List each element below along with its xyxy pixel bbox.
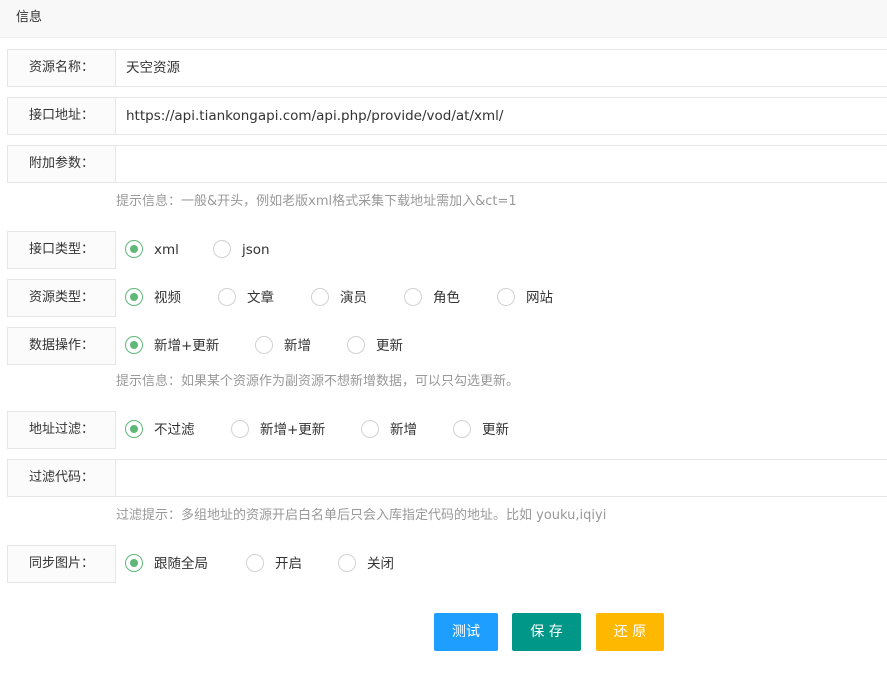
radio-unchecked-icon: [361, 420, 379, 438]
radio-unchecked-icon: [453, 420, 471, 438]
panel-header: 信息: [0, 0, 887, 38]
radio-unchecked-icon: [404, 288, 422, 306]
radio-label: 跟随全局: [154, 556, 208, 572]
label-addr-filter: 地址过滤：: [7, 411, 116, 449]
radio-unchecked-icon: [497, 288, 515, 306]
name-input[interactable]: 天空资源: [115, 49, 887, 87]
radio-unchecked-icon: [311, 288, 329, 306]
radio-label: 网站: [526, 290, 553, 306]
row-api-url: 接口地址： https://api.tiankongapi.com/api.ph…: [7, 97, 887, 135]
radio-unchecked-icon: [347, 336, 365, 354]
radio-label: 开启: [275, 556, 302, 572]
radio-label: 角色: [433, 290, 460, 306]
row-res-type: 资源类型： 视频 文章 演员 角色 网站: [7, 279, 887, 317]
row-addr-filter: 地址过滤： 不过滤 新增+更新 新增 更新: [7, 411, 887, 449]
radio-label: 新增: [284, 338, 311, 354]
radio-checked-icon: [125, 240, 143, 258]
row-params: 附加参数：: [7, 145, 887, 183]
row-data-op: 数据操作： 新增+更新 新增 更新: [7, 327, 887, 365]
radio-checked-icon: [125, 336, 143, 354]
radio-label: 文章: [247, 290, 274, 306]
radio-label: 更新: [376, 338, 403, 354]
radio-label: 更新: [482, 422, 509, 438]
save-button[interactable]: 保 存: [512, 613, 581, 651]
filter-tip: 过滤提示：多组地址的资源开启白名单后只会入库指定代码的地址。比如 youku,i…: [116, 508, 607, 523]
radio-label: 新增: [390, 422, 417, 438]
radio-label: 新增+更新: [154, 338, 220, 354]
data-op-tip: 提示信息：如果某个资源作为副资源不想新增数据，可以只勾选更新。: [116, 374, 520, 389]
api-url-input[interactable]: https://api.tiankongapi.com/api.php/prov…: [115, 97, 887, 135]
row-filter-code: 过滤代码：: [7, 459, 887, 497]
test-button[interactable]: 测试: [434, 613, 498, 651]
params-input[interactable]: [115, 145, 887, 183]
filter-code-input[interactable]: [115, 459, 887, 497]
label-filter-code: 过滤代码：: [7, 459, 116, 497]
radio-checked-icon: [125, 554, 143, 572]
radio-label: json: [242, 242, 270, 258]
radio-label: 不过滤: [154, 422, 195, 438]
radio-label: 视频: [154, 290, 181, 306]
reset-button[interactable]: 还 原: [596, 613, 664, 651]
label-data-op: 数据操作：: [7, 327, 116, 365]
radio-label: 关闭: [367, 556, 394, 572]
radio-unchecked-icon: [213, 240, 231, 258]
row-api-type: 接口类型： xml json: [7, 231, 887, 269]
radio-label: 新增+更新: [260, 422, 326, 438]
label-name: 资源名称：: [7, 49, 116, 87]
label-params: 附加参数：: [7, 145, 116, 183]
radio-unchecked-icon: [218, 288, 236, 306]
label-sync-pic: 同步图片：: [7, 545, 116, 583]
label-api-url: 接口地址：: [7, 97, 116, 135]
radio-unchecked-icon: [246, 554, 264, 572]
radio-unchecked-icon: [255, 336, 273, 354]
row-name: 资源名称： 天空资源: [7, 49, 887, 87]
radio-label: xml: [154, 242, 179, 258]
row-sync-pic: 同步图片： 跟随全局 开启 关闭: [7, 545, 887, 583]
radio-label: 演员: [340, 290, 367, 306]
params-tip: 提示信息：一般&开头，例如老版xml格式采集下载地址需加入&ct=1: [116, 194, 517, 209]
panel-title: 信息: [16, 10, 43, 25]
radio-checked-icon: [125, 288, 143, 306]
radio-checked-icon: [125, 420, 143, 438]
label-api-type: 接口类型：: [7, 231, 116, 269]
radio-unchecked-icon: [338, 554, 356, 572]
radio-unchecked-icon: [231, 420, 249, 438]
label-res-type: 资源类型：: [7, 279, 116, 317]
